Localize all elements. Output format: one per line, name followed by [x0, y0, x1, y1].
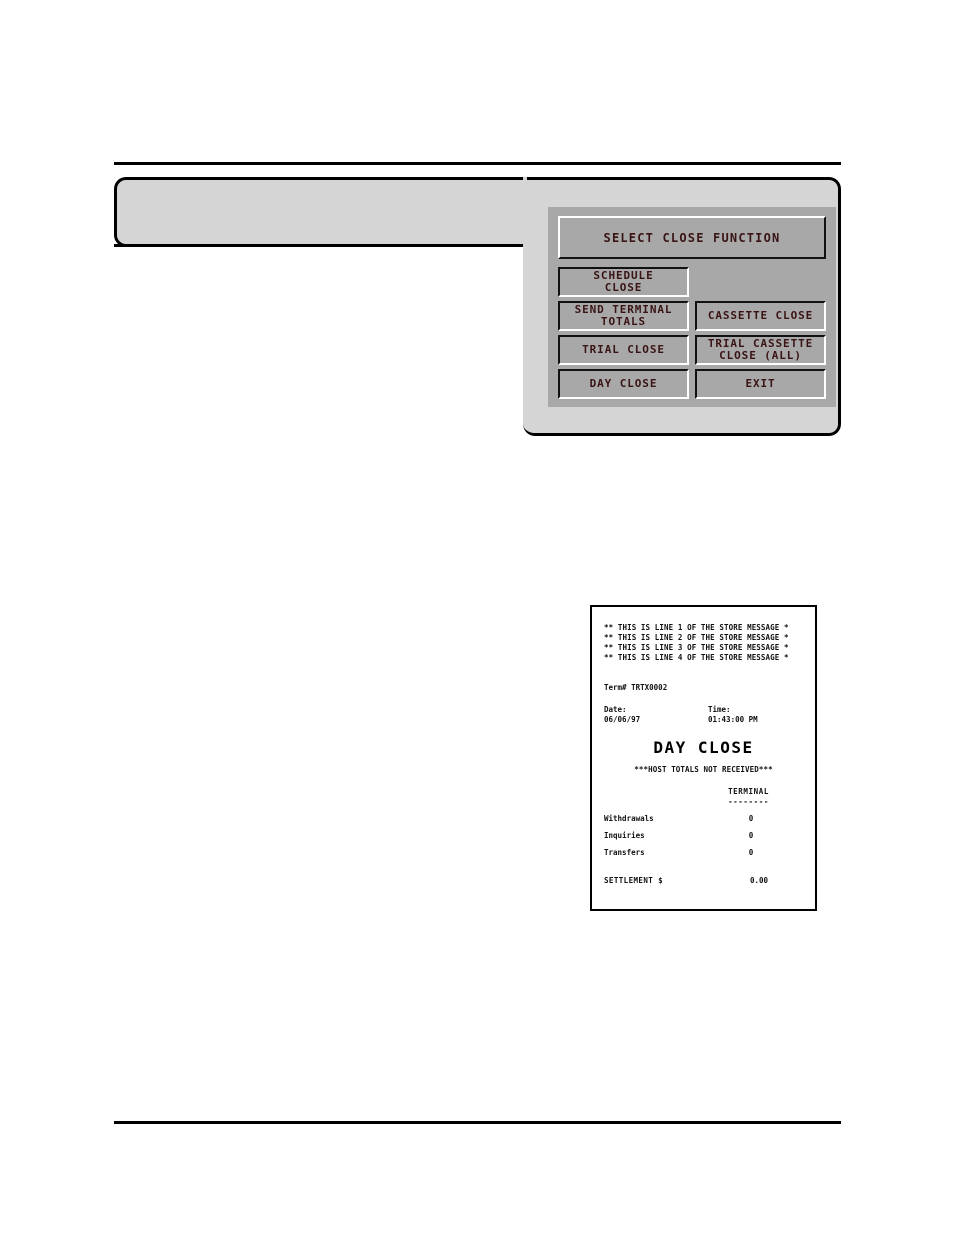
- receipt-settlement-value: 0.00: [749, 876, 769, 885]
- receipt-date-label: Date:: [604, 705, 627, 714]
- receipt-row-label: Inquiries: [604, 831, 645, 840]
- atm-callout-container: SELECT CLOSE FUNCTION SCHEDULE CLOSE SEN…: [114, 177, 841, 436]
- receipt-spacer: [604, 824, 803, 831]
- cassette-close-button[interactable]: CASSETTE CLOSE: [695, 301, 826, 331]
- atm-button-row: TRIAL CLOSE TRIAL CASSETTE CLOSE (ALL): [558, 335, 826, 365]
- callout-body: SELECT CLOSE FUNCTION SCHEDULE CLOSE SEN…: [523, 177, 841, 436]
- receipt-row-settlement: SETTLEMENT $ 0.00: [604, 876, 803, 886]
- send-terminal-totals-button[interactable]: SEND TERMINAL TOTALS: [558, 301, 689, 331]
- receipt-host-totals-note: ***HOST TOTALS NOT RECEIVED***: [634, 765, 773, 774]
- receipt-row-transfers: Transfers 0: [604, 848, 803, 858]
- receipt-spacer: [604, 665, 803, 683]
- receipt-settlement-label: SETTLEMENT $: [604, 876, 663, 885]
- receipt-sample: ** THIS IS LINE 1 OF THE STORE MESSAGE *…: [590, 605, 817, 911]
- atm-button-empty-slot: [695, 267, 826, 297]
- receipt-terminal-id: Term# TRTX0002: [604, 683, 668, 692]
- atm-button-row: DAY CLOSE EXIT: [558, 369, 826, 399]
- send-terminal-totals-label: SEND TERMINAL TOTALS: [574, 303, 673, 328]
- schedule-close-button[interactable]: SCHEDULE CLOSE: [558, 267, 689, 297]
- receipt-row-value: 0: [748, 848, 754, 857]
- receipt-row-label: Transfers: [604, 848, 645, 857]
- receipt-store-message: ** THIS IS LINE 1 OF THE STORE MESSAGE *…: [604, 623, 789, 662]
- receipt-row-withdrawals: Withdrawals 0: [604, 814, 803, 824]
- schedule-close-label: SCHEDULE CLOSE: [593, 269, 654, 294]
- receipt-spacer: [604, 807, 803, 814]
- receipt-row-inquiries: Inquiries 0: [604, 831, 803, 841]
- receipt-spacer: [604, 858, 803, 876]
- receipt-row-value: 0: [748, 831, 754, 840]
- exit-button[interactable]: EXIT: [695, 369, 826, 399]
- day-close-button[interactable]: DAY CLOSE: [558, 369, 689, 399]
- receipt-datetime-values: 06/06/97 01:43:00 PM: [604, 715, 803, 725]
- receipt-datetime-labels: Date: Time:: [604, 705, 803, 715]
- trial-cassette-close-all-label: TRIAL CASSETTE CLOSE (ALL): [707, 337, 814, 362]
- receipt-spacer: [604, 841, 803, 848]
- page-rule-bottom: [114, 1121, 841, 1124]
- callout-notch-edge: [114, 244, 526, 247]
- page-rule-top: [114, 162, 841, 165]
- receipt-row-label: Withdrawals: [604, 814, 654, 823]
- receipt-time-value: 01:43:00 PM: [708, 715, 758, 724]
- receipt-spacer: [604, 775, 803, 787]
- trial-cassette-close-all-button[interactable]: TRIAL CASSETTE CLOSE (ALL): [695, 335, 826, 365]
- exit-label: EXIT: [745, 377, 776, 390]
- callout-notch-cap: [523, 177, 527, 247]
- atm-button-row: SEND TERMINAL TOTALS CASSETTE CLOSE: [558, 301, 826, 331]
- receipt-column-header: TERMINAL: [728, 787, 769, 796]
- atm-button-row: SCHEDULE CLOSE: [558, 267, 826, 297]
- receipt-time-label: Time:: [708, 705, 731, 714]
- trial-close-button[interactable]: TRIAL CLOSE: [558, 335, 689, 365]
- trial-close-label: TRIAL CLOSE: [582, 343, 665, 356]
- receipt-spacer: [604, 693, 803, 705]
- atm-button-grid: SCHEDULE CLOSE SEND TERMINAL TOTALS CASS…: [558, 267, 826, 399]
- receipt-date-value: 06/06/97: [604, 715, 641, 724]
- cassette-close-label: CASSETTE CLOSE: [707, 309, 814, 322]
- atm-screen: SELECT CLOSE FUNCTION SCHEDULE CLOSE SEN…: [548, 207, 836, 407]
- receipt-column-rule: --------: [728, 797, 769, 806]
- day-close-label: DAY CLOSE: [589, 377, 658, 390]
- atm-screen-title: SELECT CLOSE FUNCTION: [558, 216, 826, 259]
- receipt-row-value: 0: [748, 814, 754, 823]
- callout-banner-bar: [114, 177, 526, 247]
- atm-screen-title-label: SELECT CLOSE FUNCTION: [603, 230, 781, 245]
- receipt-heading: DAY CLOSE: [653, 738, 754, 757]
